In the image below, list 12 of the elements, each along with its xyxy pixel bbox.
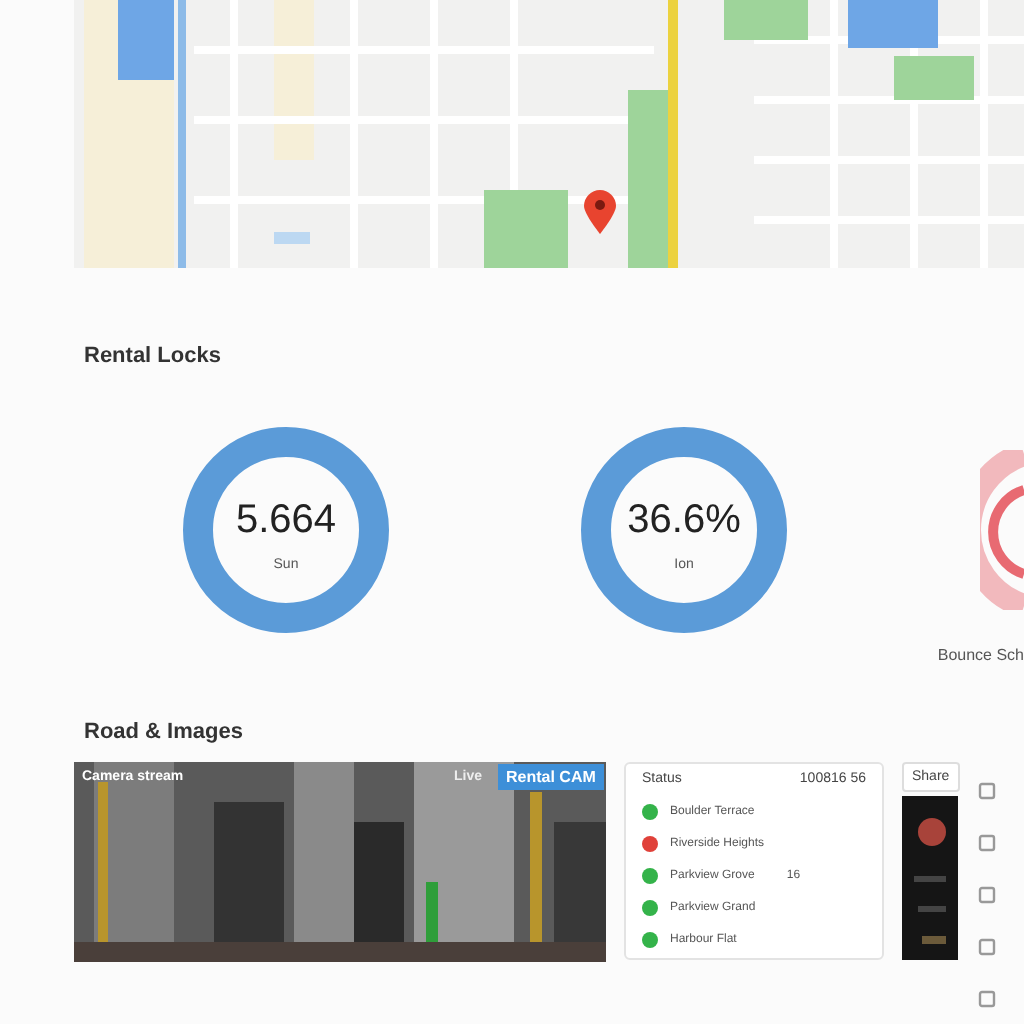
section-title: Road & Images	[84, 720, 243, 744]
square-icon[interactable]	[977, 782, 996, 800]
stat-value: 36.6%	[625, 498, 743, 544]
stat-caption: Bounce Sch	[937, 646, 1024, 664]
square-icon[interactable]	[977, 990, 996, 1008]
square-icon[interactable]	[977, 938, 996, 956]
square-icon[interactable]	[977, 834, 996, 852]
stat-value: 5.664	[233, 498, 339, 544]
live-badge: Rental CAM	[498, 764, 604, 790]
section-title: Rental Locks	[84, 344, 221, 368]
map-pin-icon	[584, 190, 616, 234]
square-icon[interactable]	[977, 886, 996, 904]
